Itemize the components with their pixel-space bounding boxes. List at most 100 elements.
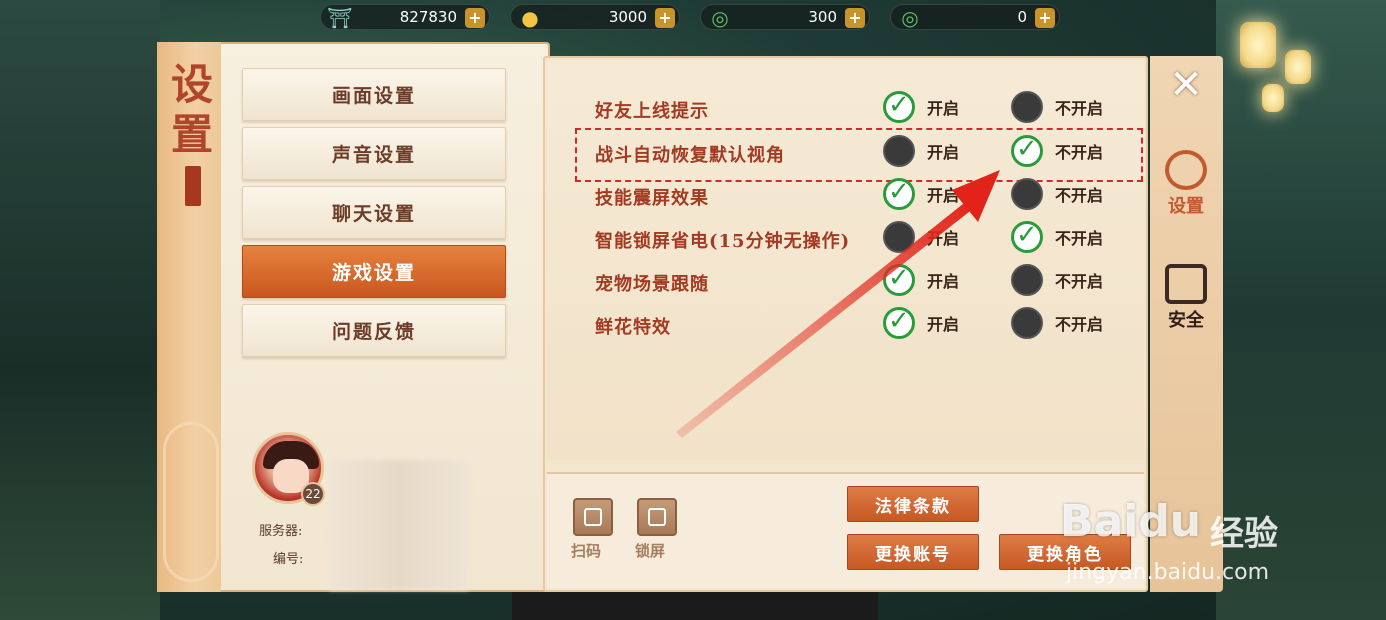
- option-on[interactable]: 开启: [883, 177, 960, 210]
- legal-terms-button[interactable]: 法律条款: [847, 486, 979, 522]
- close-button[interactable]: ✕: [1168, 65, 1204, 105]
- option-off-label: 不开启: [1055, 99, 1104, 118]
- option-on-label: 开启: [927, 99, 960, 118]
- menu-item-sound[interactable]: 声音设置: [242, 127, 506, 180]
- menu-item-game[interactable]: 游戏设置: [242, 245, 506, 298]
- setting-label: 好友上线提示: [595, 101, 709, 122]
- checked-radio-icon[interactable]: [883, 306, 915, 339]
- unchecked-radio-icon[interactable]: [1011, 264, 1043, 296]
- setting-row-smart-lock: 智能锁屏省电(15分钟无操作) 开启 不开启: [595, 220, 1135, 257]
- option-on-label: 开启: [927, 186, 960, 205]
- option-off[interactable]: 不开启: [1011, 178, 1103, 210]
- option-off[interactable]: 不开启: [1011, 134, 1104, 167]
- watermark: Baidu 经验 jingyan.baidu.com: [1060, 476, 1370, 596]
- option-off[interactable]: 不开启: [1011, 307, 1103, 339]
- option-off[interactable]: 不开启: [1011, 220, 1104, 253]
- green-jade-icon: ◎: [901, 6, 919, 30]
- setting-row-auto-reset-view: 战斗自动恢复默认视角 开启 不开启: [595, 134, 1135, 171]
- settings-menu: 画面设置 声音设置 聊天设置 游戏设置 问题反馈: [242, 68, 506, 363]
- add-currency-button[interactable]: +: [1035, 8, 1055, 28]
- setting-label: 战斗自动恢复默认视角: [595, 145, 785, 166]
- server-label: 服务器:: [259, 524, 303, 539]
- option-off-label: 不开启: [1055, 229, 1104, 248]
- option-off-label: 不开启: [1055, 315, 1104, 334]
- switch-account-button[interactable]: 更换账号: [847, 534, 979, 570]
- option-off[interactable]: 不开启: [1011, 264, 1103, 296]
- option-on-label: 开启: [927, 229, 960, 248]
- side-tab-label: 安全: [1168, 310, 1204, 331]
- checked-radio-icon[interactable]: [1011, 134, 1043, 167]
- side-tab-label: 设置: [1168, 196, 1204, 217]
- setting-label: 技能震屏效果: [595, 188, 709, 209]
- option-on[interactable]: 开启: [883, 306, 960, 339]
- option-on[interactable]: 开启: [883, 90, 960, 123]
- side-tab-settings[interactable]: 设置: [1156, 150, 1216, 218]
- level-badge: 22: [301, 482, 325, 506]
- option-off-label: 不开启: [1055, 143, 1104, 162]
- unchecked-radio-icon[interactable]: [1011, 178, 1043, 210]
- scan-label: 扫码: [571, 542, 602, 560]
- option-on[interactable]: 开启: [883, 221, 959, 253]
- setting-row-screen-shake: 技能震屏效果 开启 不开启: [595, 177, 1135, 214]
- game-settings-content: 好友上线提示 开启 不开启 战斗自动恢复默认视角 开启 不开启: [543, 56, 1148, 592]
- option-on-label: 开启: [927, 143, 960, 162]
- currency-green-jade: ◎ 0 +: [890, 4, 1060, 30]
- gear-icon: [1165, 150, 1207, 190]
- lock-label: 锁屏: [635, 542, 666, 560]
- panel-title: 设置: [170, 60, 213, 159]
- checked-radio-icon[interactable]: [883, 263, 915, 296]
- option-on-label: 开启: [927, 315, 960, 334]
- currency-green-jade-bound: ◎ 300 +: [700, 4, 870, 30]
- lantern-decoration: [1240, 22, 1276, 68]
- lantern-decoration: [1285, 50, 1311, 84]
- menu-item-chat[interactable]: 聊天设置: [242, 186, 506, 239]
- title-seal-decoration: [185, 166, 201, 206]
- setting-row-pet-follow: 宠物场景跟随 开启 不开启: [595, 263, 1135, 300]
- setting-label: 宠物场景跟随: [595, 274, 709, 295]
- lock-screen-button[interactable]: [637, 498, 677, 536]
- jade-gate-icon: ⛩: [327, 6, 353, 30]
- green-jade-bound-icon: ◎: [711, 6, 729, 30]
- lantern-decoration: [1262, 84, 1284, 112]
- checked-radio-icon[interactable]: [883, 90, 915, 123]
- watermark-logo: Baidu: [1060, 496, 1202, 547]
- background-left: [0, 0, 160, 620]
- checked-radio-icon[interactable]: [883, 177, 915, 210]
- setting-row-flower-effect: 鲜花特效 开启 不开启: [595, 306, 1135, 343]
- add-currency-button[interactable]: +: [845, 8, 865, 28]
- currency-value: 827830: [399, 8, 457, 26]
- gold-ingot-icon: ●: [521, 6, 539, 30]
- add-currency-button[interactable]: +: [465, 8, 485, 28]
- add-currency-button[interactable]: +: [655, 8, 675, 28]
- setting-label: 智能锁屏省电(15分钟无操作): [595, 231, 851, 252]
- scan-icon: [584, 508, 602, 526]
- menu-item-feedback[interactable]: 问题反馈: [242, 304, 506, 357]
- currency-value: 0: [1017, 8, 1027, 26]
- currency-value: 3000: [608, 8, 647, 26]
- lock-icon: [648, 508, 666, 526]
- id-label: 编号:: [273, 552, 304, 567]
- option-on[interactable]: 开启: [883, 135, 959, 167]
- currency-jade-gate: ⛩ 827830 +: [320, 4, 490, 30]
- checked-radio-icon[interactable]: [1011, 220, 1043, 253]
- unchecked-radio-icon[interactable]: [883, 135, 915, 167]
- unchecked-radio-icon[interactable]: [883, 221, 915, 253]
- option-off[interactable]: 不开启: [1011, 91, 1103, 123]
- scan-qr-button[interactable]: [573, 498, 613, 536]
- option-off-label: 不开启: [1055, 186, 1104, 205]
- watermark-text: 经验: [1210, 514, 1278, 554]
- currency-value: 300: [808, 8, 837, 26]
- bottom-bar: [512, 592, 878, 620]
- option-on[interactable]: 开启: [883, 263, 959, 296]
- menu-item-display[interactable]: 画面设置: [242, 68, 506, 121]
- unchecked-radio-icon[interactable]: [1011, 91, 1043, 123]
- blurred-account-info: [329, 460, 469, 590]
- side-tab-security[interactable]: 安全: [1156, 264, 1216, 332]
- bottom-actions-area: 扫码 锁屏 法律条款 更换账号 更换角色: [547, 472, 1144, 588]
- shield-lock-icon: [1165, 264, 1207, 304]
- setting-row-friend-online: 好友上线提示 开启 不开启: [595, 90, 1135, 127]
- currency-bar: ⛩ 827830 + ● 3000 + ◎ 300 + ◎ 0 +: [320, 4, 1060, 30]
- unchecked-radio-icon[interactable]: [1011, 307, 1043, 339]
- setting-label: 鲜花特效: [595, 317, 671, 338]
- option-off-label: 不开启: [1055, 272, 1104, 291]
